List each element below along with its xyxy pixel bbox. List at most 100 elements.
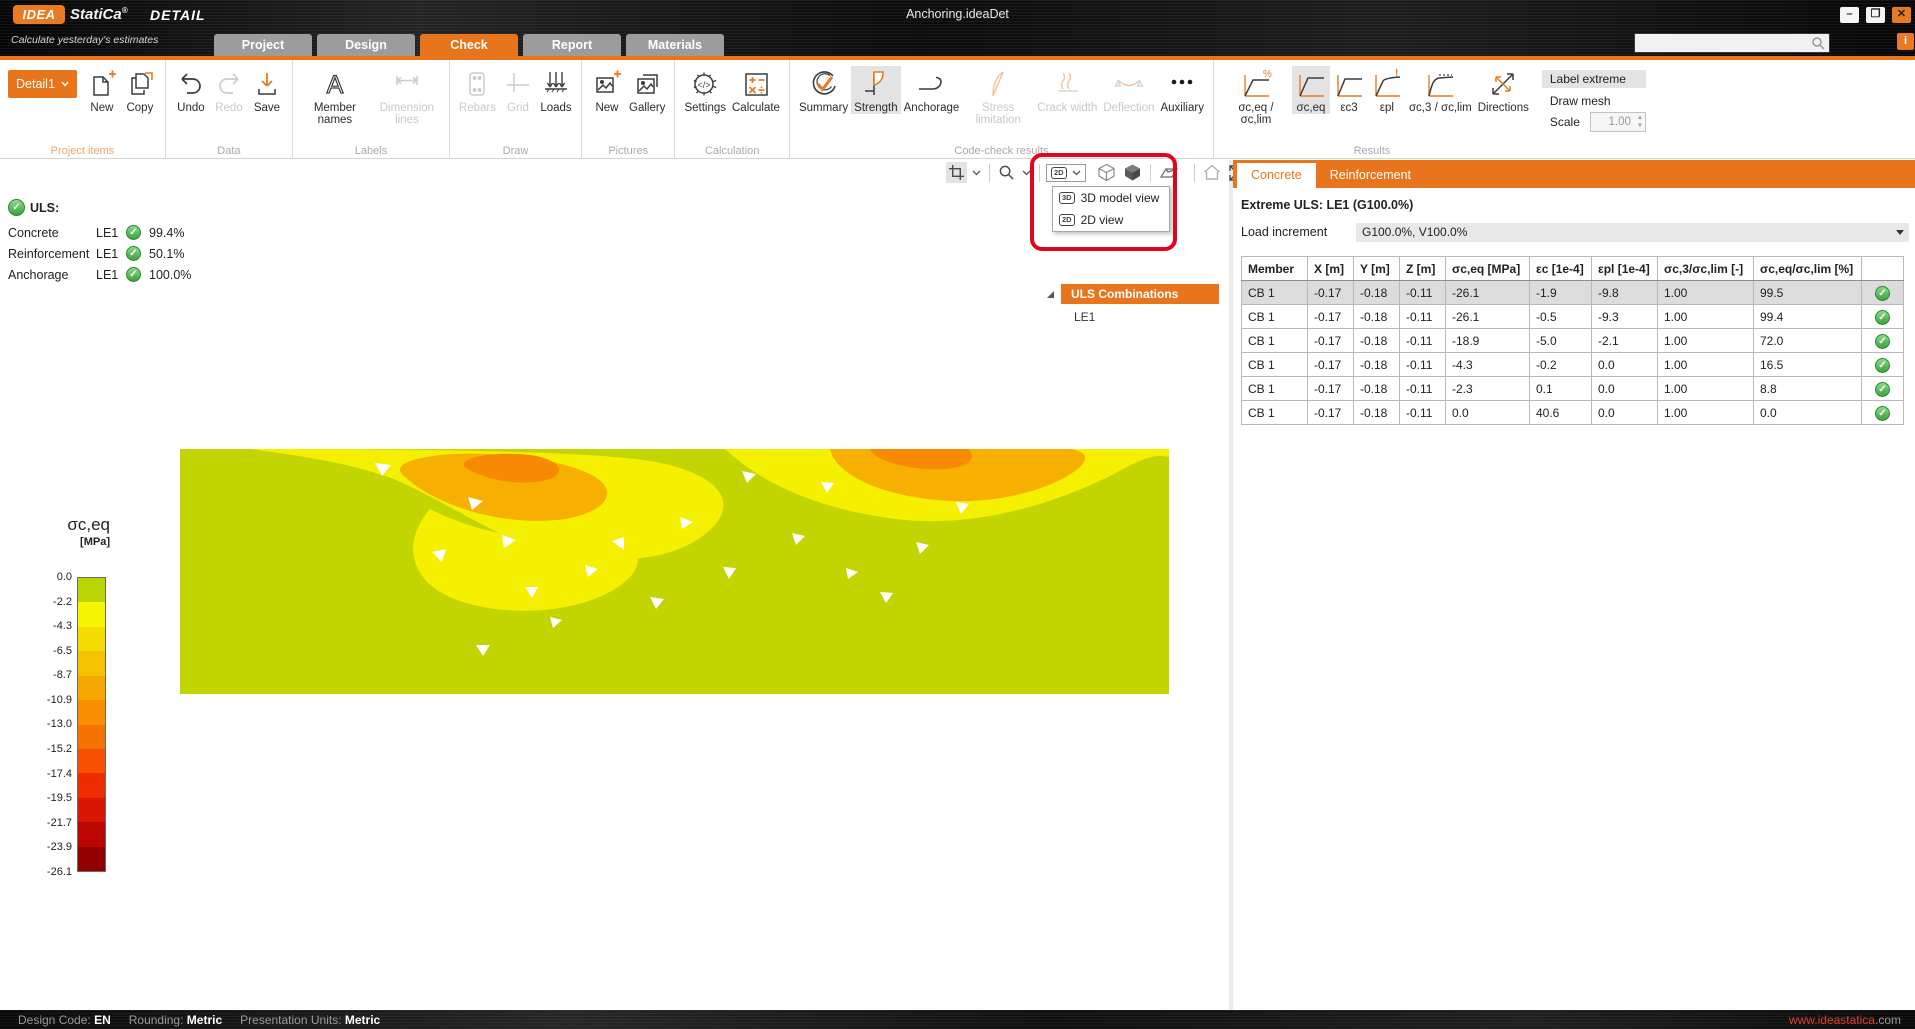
auxiliary-button[interactable]: Auxiliary	[1157, 66, 1206, 114]
wireframe-view-button[interactable]	[1095, 161, 1118, 184]
draw-mesh-toggle[interactable]: Draw mesh	[1542, 92, 1646, 108]
search-input[interactable]	[1639, 35, 1807, 51]
ec3-button[interactable]: εc3	[1330, 66, 1368, 114]
column-header[interactable]: Z [m]	[1400, 257, 1446, 281]
legend-tick: -26.1	[30, 866, 72, 878]
new-project-button[interactable]: New	[83, 66, 121, 114]
anchorage-button[interactable]: Anchorage	[901, 66, 963, 114]
label-extreme-toggle[interactable]: Label extreme	[1542, 70, 1646, 88]
gallery-button[interactable]: Gallery	[626, 66, 668, 114]
table-cell: -26.1	[1446, 281, 1530, 305]
copy-project-button[interactable]: Copy	[121, 66, 159, 114]
deflection-label: Deflection	[1103, 102, 1154, 114]
column-header[interactable]: σc,eq [MPa]	[1446, 257, 1530, 281]
table-cell: -0.17	[1308, 353, 1354, 377]
pass-check-icon: ✓	[1875, 310, 1890, 325]
directions-button[interactable]: Directions	[1475, 66, 1532, 114]
detail-selector[interactable]: Detail1	[8, 70, 77, 98]
menu-item-2d-view[interactable]: 2D 2D view	[1053, 209, 1169, 231]
magnifier-icon	[998, 164, 1015, 181]
maximize-button[interactable]: ❐	[1866, 7, 1885, 23]
table-row[interactable]: CB 1-0.17-0.18-0.11-26.1-0.5-9.31.0099.4…	[1242, 305, 1904, 329]
sc-eq-button[interactable]: σc,eq	[1292, 66, 1330, 114]
column-header[interactable]: σc,eq/σc,lim [%]	[1754, 257, 1862, 281]
crop-tool-dropdown[interactable]	[970, 168, 983, 178]
table-row[interactable]: CB 1-0.17-0.18-0.110.040.60.01.000.0✓	[1242, 401, 1904, 425]
load-increment-select[interactable]: G100.0%, V100.0%	[1356, 223, 1909, 242]
column-header[interactable]: Y [m]	[1354, 257, 1400, 281]
tab-report[interactable]: Report	[523, 34, 621, 56]
epl-button[interactable]: ! εpl	[1368, 66, 1406, 114]
uls-combinations-header[interactable]: ULS Combinations	[1061, 284, 1219, 304]
combination-item-le1[interactable]: LE1	[1074, 310, 1219, 324]
table-row[interactable]: CB 1-0.17-0.18-0.11-18.9-5.0-2.11.0072.0…	[1242, 329, 1904, 353]
table-cell: 0.0	[1592, 377, 1658, 401]
tab-reinforcement[interactable]: Reinforcement	[1316, 163, 1425, 188]
info-button[interactable]: i	[1897, 33, 1914, 50]
minimize-button[interactable]: –	[1840, 7, 1859, 23]
zoom-tool-button[interactable]	[996, 162, 1017, 183]
tree-expander-icon[interactable]	[1046, 290, 1055, 299]
loads-button[interactable]: Loads	[537, 66, 575, 114]
dimension-lines-button[interactable]: Dimension lines	[371, 66, 443, 126]
tab-materials[interactable]: Materials	[626, 34, 724, 56]
group-label-results: Results	[1214, 145, 1530, 157]
tab-concrete[interactable]: Concrete	[1237, 163, 1316, 188]
column-header[interactable]: X [m]	[1308, 257, 1354, 281]
home-view-button[interactable]	[1201, 162, 1223, 183]
scale-input[interactable]	[1593, 114, 1631, 130]
summary-button[interactable]: Summary	[796, 66, 851, 114]
close-button[interactable]: ✕	[1892, 7, 1911, 23]
table-row[interactable]: CB 1-0.17-0.18-0.11-26.1-1.9-9.81.0099.5…	[1242, 281, 1904, 305]
table-row[interactable]: CB 1-0.17-0.18-0.11-4.3-0.20.01.0016.5✓	[1242, 353, 1904, 377]
sc-eq-lim-button[interactable]: % σc,eq / σc,lim	[1220, 66, 1292, 126]
surface-view-button[interactable]	[1157, 163, 1181, 183]
uls-item-name: Anchorage	[8, 268, 96, 282]
settings-button[interactable]: </> Settings	[681, 66, 729, 114]
legend-band	[78, 578, 105, 602]
scale-stepper[interactable]: ▲▼	[1590, 112, 1646, 132]
member-names-button[interactable]: A Member names	[299, 66, 371, 126]
tab-design[interactable]: Design	[317, 34, 415, 56]
stepper-arrows-icon[interactable]: ▲▼	[1637, 114, 1643, 130]
table-cell: 0.1	[1530, 377, 1592, 401]
auxiliary-label: Auxiliary	[1160, 102, 1203, 114]
calculate-button[interactable]: Calculate	[729, 66, 783, 114]
stress-contour-plot	[180, 449, 1169, 694]
crack-width-button[interactable]: Crack width	[1034, 66, 1100, 114]
save-button[interactable]: Save	[248, 66, 286, 114]
tab-check[interactable]: Check	[420, 34, 518, 56]
column-header[interactable]: εpl [1e-4]	[1592, 257, 1658, 281]
sc3-lim-button[interactable]: σc,3 / σc,lim	[1406, 66, 1475, 114]
zoom-tool-dropdown[interactable]	[1020, 168, 1033, 178]
strength-button[interactable]: Strength	[851, 66, 900, 114]
grid-button[interactable]: Grid	[499, 66, 537, 114]
table-cell: CB 1	[1242, 353, 1308, 377]
table-cell: 99.5	[1754, 281, 1862, 305]
dimension-lines-icon	[391, 68, 423, 100]
undo-button[interactable]: Undo	[172, 66, 210, 114]
menu-item-3d-model-view[interactable]: 3D 3D model view	[1053, 187, 1169, 209]
new-picture-button[interactable]: New	[588, 66, 626, 114]
view-mode-button[interactable]: 2D	[1046, 164, 1086, 182]
chevron-down-icon	[972, 170, 981, 176]
column-header[interactable]: εc [1e-4]	[1530, 257, 1592, 281]
column-header[interactable]: Member	[1242, 257, 1308, 281]
table-cell: CB 1	[1242, 281, 1308, 305]
crop-tool-button[interactable]	[946, 162, 967, 183]
stress-limitation-button[interactable]: Stress limitation	[962, 66, 1034, 126]
redo-button[interactable]: Redo	[210, 66, 248, 114]
table-cell: CB 1	[1242, 401, 1308, 425]
deflection-button[interactable]: Deflection	[1100, 66, 1157, 114]
solid-view-button[interactable]	[1121, 161, 1144, 184]
search-box[interactable]	[1634, 33, 1830, 53]
table-cell: -18.9	[1446, 329, 1530, 353]
combinations-tree: ULS Combinations LE1	[1046, 284, 1219, 324]
website-link[interactable]: www.ideastatica.com	[1789, 1013, 1901, 1027]
legend-band	[78, 847, 105, 871]
table-row[interactable]: CB 1-0.17-0.18-0.11-2.30.10.01.008.8✓	[1242, 377, 1904, 401]
rebars-button[interactable]: Rebars	[456, 66, 499, 114]
table-cell: 0.0	[1592, 353, 1658, 377]
column-header[interactable]: σc,3/σc,lim [-]	[1658, 257, 1754, 281]
tab-project[interactable]: Project	[214, 34, 312, 56]
